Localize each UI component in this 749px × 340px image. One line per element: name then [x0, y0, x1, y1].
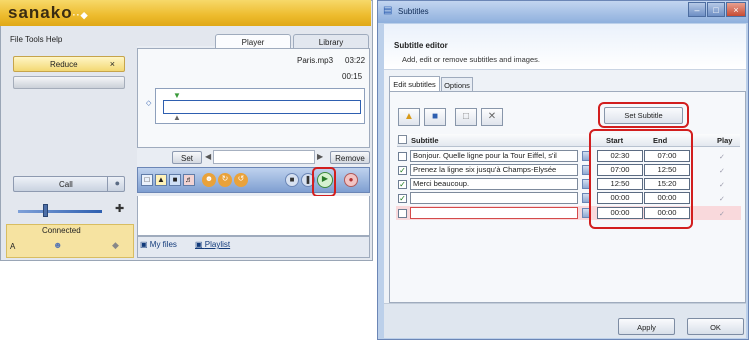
subtitle-text-field[interactable]: Bonjour. Quelle ligne pour la Tour Eiffe… [410, 150, 578, 162]
window-title: Subtitles [398, 7, 429, 16]
tab-playlist[interactable]: ▣ Playlist [195, 240, 230, 249]
subtitle-text-field[interactable] [410, 192, 578, 204]
tab-player[interactable]: Player [215, 34, 291, 49]
row-checkbox[interactable] [398, 152, 407, 161]
apply-button[interactable]: Apply [618, 318, 675, 335]
start-marker-icon[interactable]: ▼ [173, 91, 181, 100]
select-all-checkbox[interactable] [398, 135, 407, 144]
seek-forward-icon[interactable]: ▶ [317, 152, 323, 161]
row-checkbox[interactable] [398, 209, 407, 218]
set-button[interactable]: Set [172, 151, 202, 164]
tab-playlist-label: Playlist [204, 240, 231, 249]
folder-icon: ▣ [140, 240, 150, 249]
subtitle-text-field[interactable]: Prenez la ligne six jusqu'à Champs-Elysé… [410, 164, 578, 176]
editor-description: Add, edit or remove subtitles and images… [402, 55, 540, 64]
close-icon[interactable]: × [110, 59, 115, 69]
status-letter: A [10, 242, 16, 251]
copy-icon[interactable]: □ [455, 108, 477, 126]
call-label: Call [59, 180, 73, 189]
open-folder-icon[interactable]: ▲ [398, 108, 420, 126]
editor-title: Subtitle editor [394, 41, 448, 50]
subtitle-text-field[interactable]: Merci beaucoup. [410, 178, 578, 190]
repeat-icon[interactable]: ↻ [218, 173, 232, 187]
record-settings-icon[interactable]: ♬ [183, 174, 195, 186]
volume-slider[interactable] [18, 210, 102, 213]
row-checkbox[interactable]: ✓ [398, 180, 407, 189]
set-subtitle-highlight [598, 102, 689, 128]
voice-icon[interactable]: ☻ [202, 173, 216, 187]
ok-button[interactable]: OK [687, 318, 744, 335]
playlist-icon: ▣ [195, 240, 205, 249]
close-button[interactable]: × [726, 2, 746, 17]
maximize-button[interactable]: □ [707, 2, 725, 17]
record-icon[interactable]: ● [344, 173, 358, 187]
call-options-icon[interactable]: ● [115, 178, 120, 188]
play-highlight [312, 167, 336, 197]
row-checkbox[interactable]: ✓ [398, 166, 407, 175]
play-checkmark-icon[interactable]: ✓ [719, 210, 725, 218]
sanako-logo: sanako··◆ [8, 3, 89, 23]
divider [107, 177, 108, 191]
sanako-logo-mark: ··◆ [72, 10, 89, 20]
save-icon[interactable]: ■ [169, 174, 181, 186]
subtitle-text-field[interactable] [410, 207, 578, 219]
volume-slider-thumb[interactable] [42, 204, 48, 217]
reduce-label: Reduce [50, 60, 78, 69]
tab-options[interactable]: Options [441, 77, 473, 91]
play-checkmark-icon[interactable]: ✓ [719, 167, 725, 175]
play-checkmark-icon[interactable]: ✓ [719, 195, 725, 203]
tab-my-files[interactable]: ▣ My files [140, 240, 177, 249]
tab-my-files-label: My files [149, 240, 177, 249]
minimize-button[interactable]: – [688, 2, 706, 17]
side-marker-icon: ◇ [146, 100, 152, 107]
file-duration: 03:22 [345, 56, 366, 65]
play-checkmark-icon[interactable]: ✓ [719, 153, 725, 161]
remove-button[interactable]: Remove [330, 151, 370, 164]
microphone-icon[interactable]: ✚ [115, 202, 124, 215]
delete-icon[interactable]: ✕ [481, 108, 503, 126]
group-bar[interactable] [13, 76, 125, 89]
row-checkbox[interactable]: ✓ [398, 194, 407, 203]
seek-back-icon[interactable]: ◀ [205, 152, 211, 161]
end-marker-icon[interactable]: ▲ [173, 113, 181, 122]
column-play: Play [717, 136, 733, 145]
export-icon[interactable]: ↺ [234, 173, 248, 187]
user-icon: ☻ [53, 240, 63, 250]
connected-label: Connected [42, 226, 81, 235]
menu-bar[interactable]: File Tools Help [10, 35, 62, 44]
timeline-bar[interactable] [163, 100, 361, 114]
save-icon[interactable]: ■ [424, 108, 446, 126]
reduce-button[interactable]: Reduce × [13, 56, 125, 72]
tab-edit-subtitles[interactable]: Edit subtitles [389, 76, 440, 91]
column-subtitle: Subtitle [411, 136, 439, 145]
time-columns-highlight [589, 129, 693, 229]
call-button[interactable]: Call ● [13, 176, 125, 192]
bookmark-field[interactable] [213, 150, 315, 164]
file-name: Paris.mp3 [297, 56, 334, 65]
play-checkmark-icon[interactable]: ✓ [719, 181, 725, 189]
stop-icon[interactable]: ■ [285, 173, 299, 187]
sanako-logo-text: sanako [8, 3, 73, 22]
tab-library[interactable]: Library [293, 34, 369, 48]
lock-icon: ◆ [112, 240, 119, 250]
open-file-icon[interactable]: ▲ [155, 174, 167, 186]
file-list-pane[interactable] [137, 196, 370, 236]
subtitles-app-icon: ▤ [383, 5, 393, 16]
position-time: 00:15 [342, 72, 363, 81]
new-file-icon[interactable]: □ [141, 174, 153, 186]
